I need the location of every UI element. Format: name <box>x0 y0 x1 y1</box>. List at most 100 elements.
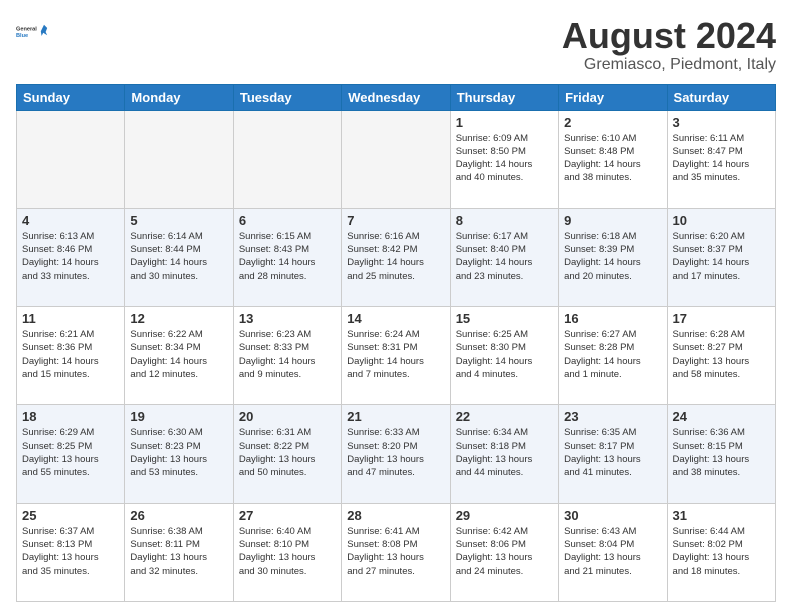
table-row: 8 Sunrise: 6:17 AMSunset: 8:40 PMDaylight… <box>450 208 558 306</box>
table-row: 4Sunrise: 6:13 AMSunset: 8:46 PMDaylight… <box>17 208 125 306</box>
day-number: 13 <box>239 311 336 326</box>
table-row: 6 Sunrise: 6:15 AMSunset: 8:43 PMDaylight… <box>233 208 341 306</box>
day-info: Sunrise: 6:11 AMSunset: 8:47 PMDaylight:… <box>673 133 750 184</box>
col-thursday: Thursday <box>450 84 558 110</box>
table-row: 24 Sunrise: 6:36 AMSunset: 8:15 PMDayligh… <box>667 405 775 503</box>
day-number: 4 <box>22 213 119 228</box>
day-info: Sunrise: 6:17 AMSunset: 8:40 PMDaylight:… <box>456 231 533 282</box>
svg-text:General: General <box>16 26 37 32</box>
day-number: 30 <box>564 508 661 523</box>
day-number: 14 <box>347 311 444 326</box>
day-number: 1 <box>456 115 553 130</box>
col-saturday: Saturday <box>667 84 775 110</box>
day-number: 18 <box>22 409 119 424</box>
day-info: Sunrise: 6:14 AMSunset: 8:44 PMDaylight:… <box>130 231 207 282</box>
logo-icon: General Blue <box>16 16 48 48</box>
title-block: August 2024 Gremiasco, Piedmont, Italy <box>562 16 776 74</box>
header: General Blue August 2024 Gremiasco, Pied… <box>16 16 776 74</box>
day-info: Sunrise: 6:29 AMSunset: 8:25 PMDaylight:… <box>22 427 99 478</box>
day-info: Sunrise: 6:36 AMSunset: 8:15 PMDaylight:… <box>673 427 750 478</box>
table-row: 27 Sunrise: 6:40 AMSunset: 8:10 PMDayligh… <box>233 503 341 601</box>
day-number: 2 <box>564 115 661 130</box>
col-friday: Friday <box>559 84 667 110</box>
table-row: 15Sunrise: 6:25 AMSunset: 8:30 PMDayligh… <box>450 307 558 405</box>
table-row: 11 Sunrise: 6:21 AMSunset: 8:36 PMDayligh… <box>17 307 125 405</box>
col-monday: Monday <box>125 84 233 110</box>
table-row: 26Sunrise: 6:38 AMSunset: 8:11 PMDayligh… <box>125 503 233 601</box>
day-info: Sunrise: 6:43 AMSunset: 8:04 PMDaylight:… <box>564 526 641 577</box>
table-row: 7Sunrise: 6:16 AMSunset: 8:42 PMDaylight… <box>342 208 450 306</box>
day-info: Sunrise: 6:09 AMSunset: 8:50 PMDaylight:… <box>456 133 533 184</box>
day-info: Sunrise: 6:34 AMSunset: 8:18 PMDaylight:… <box>456 427 533 478</box>
day-info: Sunrise: 6:40 AMSunset: 8:10 PMDaylight:… <box>239 526 316 577</box>
table-row: 17Sunrise: 6:28 AMSunset: 8:27 PMDayligh… <box>667 307 775 405</box>
day-info: Sunrise: 6:30 AMSunset: 8:23 PMDaylight:… <box>130 427 207 478</box>
day-info: Sunrise: 6:31 AMSunset: 8:22 PMDaylight:… <box>239 427 316 478</box>
day-number: 19 <box>130 409 227 424</box>
day-number: 20 <box>239 409 336 424</box>
day-number: 21 <box>347 409 444 424</box>
table-row: 25 Sunrise: 6:37 AMSunset: 8:13 PMDayligh… <box>17 503 125 601</box>
day-info: Sunrise: 6:35 AMSunset: 8:17 PMDaylight:… <box>564 427 641 478</box>
day-info: Sunrise: 6:15 AMSunset: 8:43 PMDaylight:… <box>239 231 316 282</box>
day-info: Sunrise: 6:37 AMSunset: 8:13 PMDaylight:… <box>22 526 99 577</box>
day-info: Sunrise: 6:21 AMSunset: 8:36 PMDaylight:… <box>22 329 99 380</box>
day-number: 17 <box>673 311 770 326</box>
page: General Blue August 2024 Gremiasco, Pied… <box>0 0 792 612</box>
table-row <box>17 110 125 208</box>
calendar-week-2: 11 Sunrise: 6:21 AMSunset: 8:36 PMDayligh… <box>17 307 776 405</box>
day-number: 9 <box>564 213 661 228</box>
day-number: 7 <box>347 213 444 228</box>
table-row: 18 Sunrise: 6:29 AMSunset: 8:25 PMDayligh… <box>17 405 125 503</box>
day-info: Sunrise: 6:10 AMSunset: 8:48 PMDaylight:… <box>564 133 641 184</box>
col-tuesday: Tuesday <box>233 84 341 110</box>
day-number: 23 <box>564 409 661 424</box>
day-number: 25 <box>22 508 119 523</box>
day-info: Sunrise: 6:42 AMSunset: 8:06 PMDaylight:… <box>456 526 533 577</box>
table-row <box>342 110 450 208</box>
table-row: 28 Sunrise: 6:41 AMSunset: 8:08 PMDayligh… <box>342 503 450 601</box>
day-info: Sunrise: 6:38 AMSunset: 8:11 PMDaylight:… <box>130 526 207 577</box>
calendar-week-4: 25 Sunrise: 6:37 AMSunset: 8:13 PMDayligh… <box>17 503 776 601</box>
day-number: 29 <box>456 508 553 523</box>
day-number: 28 <box>347 508 444 523</box>
col-wednesday: Wednesday <box>342 84 450 110</box>
table-row: 31Sunrise: 6:44 AMSunset: 8:02 PMDayligh… <box>667 503 775 601</box>
logo: General Blue <box>16 16 48 48</box>
day-info: Sunrise: 6:20 AMSunset: 8:37 PMDaylight:… <box>673 231 750 282</box>
table-row: 22 Sunrise: 6:34 AMSunset: 8:18 PMDayligh… <box>450 405 558 503</box>
day-number: 16 <box>564 311 661 326</box>
table-row: 30 Sunrise: 6:43 AMSunset: 8:04 PMDayligh… <box>559 503 667 601</box>
table-row: 9Sunrise: 6:18 AMSunset: 8:39 PMDaylight… <box>559 208 667 306</box>
table-row: 3Sunrise: 6:11 AMSunset: 8:47 PMDaylight… <box>667 110 775 208</box>
day-number: 10 <box>673 213 770 228</box>
table-row: 14 Sunrise: 6:24 AMSunset: 8:31 PMDayligh… <box>342 307 450 405</box>
day-number: 24 <box>673 409 770 424</box>
table-row: 20 Sunrise: 6:31 AMSunset: 8:22 PMDayligh… <box>233 405 341 503</box>
day-info: Sunrise: 6:22 AMSunset: 8:34 PMDaylight:… <box>130 329 207 380</box>
day-number: 22 <box>456 409 553 424</box>
table-row: 13 Sunrise: 6:23 AMSunset: 8:33 PMDayligh… <box>233 307 341 405</box>
day-info: Sunrise: 6:27 AMSunset: 8:28 PMDaylight:… <box>564 329 641 380</box>
col-sunday: Sunday <box>17 84 125 110</box>
table-row: 5Sunrise: 6:14 AMSunset: 8:44 PMDaylight… <box>125 208 233 306</box>
table-row: 2 Sunrise: 6:10 AMSunset: 8:48 PMDaylight… <box>559 110 667 208</box>
day-info: Sunrise: 6:41 AMSunset: 8:08 PMDaylight:… <box>347 526 424 577</box>
calendar-week-3: 18 Sunrise: 6:29 AMSunset: 8:25 PMDayligh… <box>17 405 776 503</box>
day-number: 6 <box>239 213 336 228</box>
day-number: 27 <box>239 508 336 523</box>
day-number: 31 <box>673 508 770 523</box>
day-info: Sunrise: 6:24 AMSunset: 8:31 PMDaylight:… <box>347 329 424 380</box>
day-info: Sunrise: 6:33 AMSunset: 8:20 PMDaylight:… <box>347 427 424 478</box>
day-info: Sunrise: 6:23 AMSunset: 8:33 PMDaylight:… <box>239 329 316 380</box>
table-row: 12Sunrise: 6:22 AMSunset: 8:34 PMDayligh… <box>125 307 233 405</box>
calendar-week-0: 1 Sunrise: 6:09 AMSunset: 8:50 PMDaylight… <box>17 110 776 208</box>
day-number: 11 <box>22 311 119 326</box>
table-row: 1 Sunrise: 6:09 AMSunset: 8:50 PMDaylight… <box>450 110 558 208</box>
table-row: 23 Sunrise: 6:35 AMSunset: 8:17 PMDayligh… <box>559 405 667 503</box>
day-info: Sunrise: 6:25 AMSunset: 8:30 PMDaylight:… <box>456 329 533 380</box>
table-row <box>233 110 341 208</box>
calendar-table: Sunday Monday Tuesday Wednesday Thursday… <box>16 84 776 602</box>
day-number: 8 <box>456 213 553 228</box>
subtitle: Gremiasco, Piedmont, Italy <box>562 56 776 74</box>
